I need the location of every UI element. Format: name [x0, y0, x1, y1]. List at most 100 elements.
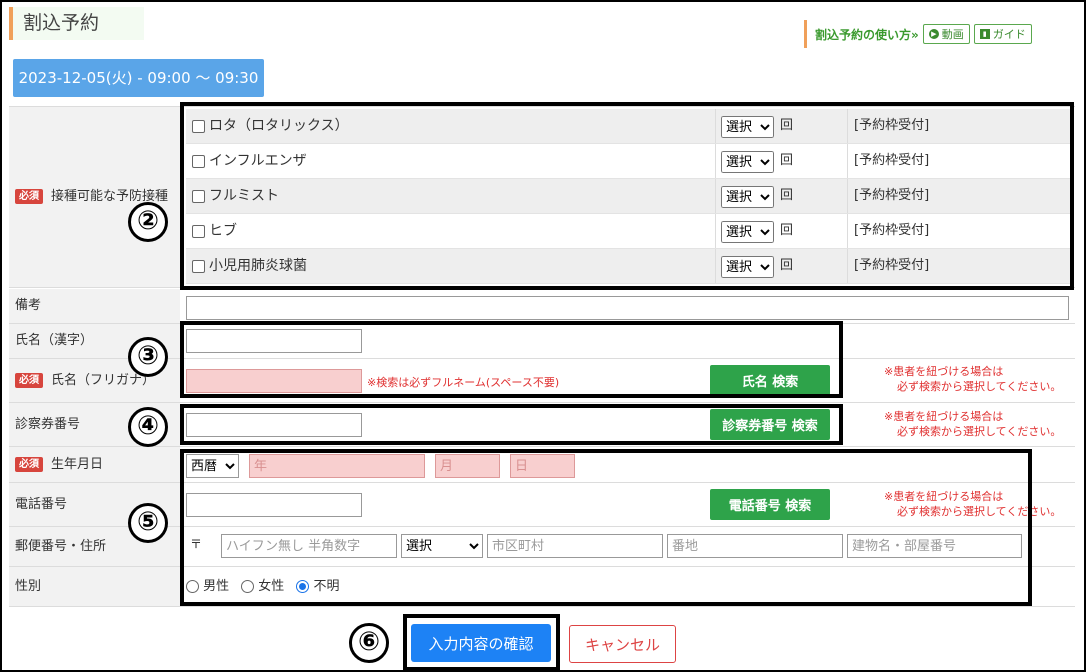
times-unit: 回	[780, 188, 794, 203]
annotation-marker-5: ⑤	[128, 503, 168, 543]
vaccine-times-select[interactable]: 選択	[721, 256, 774, 278]
cancel-button[interactable]: キャンセル	[569, 625, 676, 663]
link-note: ※患者を紐づける場合は 必ず検索から選択してください。	[884, 364, 1061, 394]
column-divider	[715, 109, 716, 143]
slot-status: [予約枠受付]	[854, 258, 930, 273]
kanji-name-row: 氏名（漢字）	[9, 324, 1075, 359]
gender-option-male[interactable]: 男性	[186, 575, 229, 594]
gender-row: 性別	[9, 567, 1075, 607]
gender-female-label: 女性	[258, 579, 285, 594]
vaccine-item-row: インフルエンザ 選択回 [予約枠受付]	[186, 144, 1070, 179]
radio-icon	[241, 580, 255, 593]
birthdate-label-text: 生年月日	[51, 456, 104, 472]
slot-status: [予約枠受付]	[854, 118, 930, 133]
vaccine-times-select[interactable]: 選択	[721, 116, 774, 138]
link-note-line1: ※患者を紐づける場合は	[884, 410, 1004, 423]
street-input[interactable]	[667, 534, 843, 558]
vaccine-item-row: 小児用肺炎球菌 選択回 [予約枠受付]	[186, 249, 1070, 284]
phone-search-button[interactable]: 電話番号 検索	[710, 489, 830, 520]
era-select[interactable]: 西暦	[186, 454, 239, 478]
annotation-marker-4: ④	[128, 407, 168, 447]
vaccine-checkbox-label[interactable]: 小児用肺炎球菌	[192, 249, 307, 283]
vaccine-checkbox-label[interactable]: インフルエンザ	[192, 144, 307, 178]
vaccine-name: フルミスト	[209, 188, 279, 204]
vaccine-name: インフルエンザ	[209, 153, 307, 169]
times-unit: 回	[780, 153, 794, 168]
kanji-name-input[interactable]	[186, 329, 362, 353]
gender-male-label: 男性	[203, 579, 230, 594]
video-button[interactable]: ▶ 動画	[922, 24, 970, 44]
prefecture-select[interactable]: 選択	[401, 534, 483, 558]
required-badge: 必須	[15, 456, 43, 472]
link-note-line2: 必ず検索から選択してください。	[897, 505, 1062, 518]
checkbox-icon[interactable]	[192, 189, 205, 203]
radio-icon	[186, 580, 199, 593]
kana-name-input[interactable]	[186, 369, 362, 393]
column-divider	[715, 249, 716, 283]
gender-option-unknown[interactable]: 不明	[296, 575, 339, 594]
vaccine-name: ロタ（ロタリックス）	[209, 118, 349, 134]
vaccine-item-row: ロタ（ロタリックス） 選択回 [予約枠受付]	[186, 109, 1070, 144]
column-divider	[715, 179, 716, 213]
vaccine-item-row: ヒブ 選択回 [予約枠受付]	[186, 214, 1070, 249]
link-note-line2: 必ず検索から選択してください。	[897, 425, 1062, 438]
guide-button-label: ガイド	[992, 28, 1026, 41]
book-icon: ▮	[979, 29, 990, 39]
slot-status: [予約枠受付]	[854, 188, 930, 203]
annotation-marker-3: ③	[128, 337, 168, 377]
gender-option-female[interactable]: 女性	[241, 575, 284, 594]
vaccine-name: ヒブ	[209, 223, 237, 239]
times-unit: 回	[780, 118, 794, 133]
birth-month-input[interactable]	[435, 454, 500, 478]
vaccine-item-row: フルミスト 選択回 [予約枠受付]	[186, 179, 1070, 214]
usage-help-link[interactable]: 割込予約の使い方»	[815, 26, 919, 43]
column-divider	[847, 109, 848, 143]
birthdate-label: 必須 生年月日	[9, 447, 180, 482]
remarks-label: 備考	[9, 289, 180, 323]
link-note: ※患者を紐づける場合は 必ず検索から選択してください。	[884, 489, 1061, 519]
vaccine-checkbox-label[interactable]: ロタ（ロタリックス）	[192, 109, 349, 143]
name-search-button[interactable]: 氏名 検索	[710, 365, 830, 396]
confirm-button[interactable]: 入力内容の確認	[411, 624, 551, 662]
vaccine-times-select[interactable]: 選択	[721, 186, 774, 208]
link-note-line1: ※患者を紐づける場合は	[884, 490, 1004, 503]
times-unit: 回	[780, 223, 794, 238]
gender-unknown-label: 不明	[313, 579, 340, 594]
required-badge: 必須	[15, 189, 43, 204]
building-input[interactable]	[847, 534, 1022, 558]
column-divider	[847, 249, 848, 283]
guide-button[interactable]: ▮ ガイド	[973, 24, 1032, 44]
link-note: ※患者を紐づける場合は 必ず検索から選択してください。	[884, 409, 1061, 439]
card-number-input[interactable]	[186, 413, 362, 437]
link-note-line1: ※患者を紐づける場合は	[884, 365, 1004, 378]
slot-date-badge: 2023-12-05(火) - 09:00 〜 09:30	[13, 59, 264, 97]
checkbox-icon[interactable]	[192, 259, 205, 273]
remarks-input[interactable]	[186, 296, 1069, 320]
column-divider	[847, 179, 848, 213]
vaccine-checkbox-label[interactable]: フルミスト	[192, 179, 279, 213]
annotation-marker-2: ②	[128, 202, 168, 242]
card-number-search-button[interactable]: 診察券番号 検索	[710, 409, 830, 440]
column-divider	[715, 214, 716, 248]
help-area: 割込予約の使い方» ▶ 動画 ▮ ガイド	[804, 20, 1032, 48]
city-input[interactable]	[487, 534, 663, 558]
vaccine-checkbox-label[interactable]: ヒブ	[192, 214, 237, 248]
checkbox-icon[interactable]	[192, 224, 205, 238]
gender-label: 性別	[9, 567, 180, 606]
column-divider	[715, 144, 716, 178]
birth-year-input[interactable]	[249, 454, 425, 478]
vaccine-label: 必須 接種可能な予防接種	[9, 107, 180, 287]
link-note-line2: 必ず検索から選択してください。	[897, 380, 1062, 393]
phone-input[interactable]	[186, 493, 362, 517]
birth-day-input[interactable]	[510, 454, 575, 478]
gender-radio-group: 男性 女性 不明	[186, 575, 339, 594]
kana-search-hint: ※検索は必ずフルネーム(スペース不要)	[367, 376, 560, 389]
vaccine-times-select[interactable]: 選択	[721, 221, 774, 243]
checkbox-icon[interactable]	[192, 154, 205, 168]
vaccine-times-select[interactable]: 選択	[721, 151, 774, 173]
annotation-marker-6: ⑥	[349, 623, 389, 663]
checkbox-icon[interactable]	[192, 119, 205, 133]
postal-code-input[interactable]	[221, 534, 397, 558]
slot-status: [予約枠受付]	[854, 153, 930, 168]
column-divider	[847, 144, 848, 178]
